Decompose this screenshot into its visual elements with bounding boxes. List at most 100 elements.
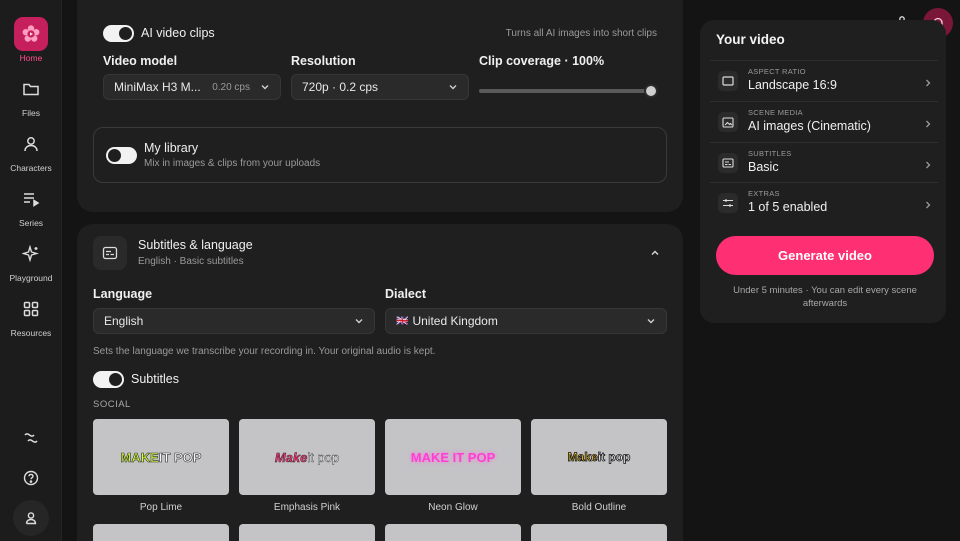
preset-emphasis-pink[interactable]: Make it pop <box>239 419 375 495</box>
sidebar-item-label: Resources <box>10 328 52 338</box>
row-scene-media[interactable]: SCENE MEDIA AI images (Cinematic) <box>710 101 938 141</box>
row-label: EXTRAS <box>748 189 780 198</box>
sidebar-item-label: Home <box>19 53 43 63</box>
video-model-cost: 0.20 cps <box>212 81 250 93</box>
ai-clips-hint: Turns all AI images into short clips <box>505 28 657 39</box>
chevron-right-icon <box>924 157 932 175</box>
integrations-icon[interactable] <box>13 420 49 456</box>
clip-coverage-handle[interactable] <box>644 84 658 98</box>
preset-name: Neon Glow <box>428 502 478 513</box>
sidebar-item-label: Files <box>22 108 40 118</box>
account-icon[interactable] <box>13 500 49 536</box>
preset-sample: MAKE IT POP <box>410 449 496 465</box>
preset-sample: it pop <box>597 450 631 465</box>
preset-name: Bold Outline <box>571 502 627 513</box>
sidebar-item-characters[interactable]: Characters <box>0 127 62 177</box>
subtitles-label: Subtitles <box>131 372 179 386</box>
preset-tile[interactable] <box>93 524 229 541</box>
subtitles-icon <box>93 236 127 270</box>
sidebar-item-resources[interactable]: Resources <box>0 292 62 342</box>
person-icon <box>14 127 48 161</box>
panel-title: Your video <box>716 32 785 47</box>
sparkle-icon <box>14 237 48 271</box>
my-library-box[interactable] <box>93 127 667 183</box>
generate-video-button[interactable]: Generate video <box>716 236 934 275</box>
sidebar-item-series[interactable]: Series <box>0 182 62 232</box>
preset-sample: Make <box>274 449 308 465</box>
uk-flag-icon: 🇬🇧 <box>396 315 409 327</box>
subtitles-toggle[interactable] <box>93 371 124 388</box>
preset-name: Pop Lime <box>139 502 183 513</box>
row-extras[interactable]: EXTRAS 1 of 5 enabled <box>710 182 938 222</box>
folder-icon <box>14 72 48 106</box>
sliders-icon <box>718 193 738 213</box>
row-label: SUBTITLES <box>748 149 792 158</box>
resolution-label: Resolution <box>291 54 356 68</box>
library-title: My library <box>144 141 199 155</box>
help-icon[interactable] <box>13 460 49 496</box>
row-subtitles[interactable]: SUBTITLES Basic <box>710 142 938 182</box>
preset-tile[interactable] <box>239 524 375 541</box>
language-select[interactable]: English <box>93 308 375 334</box>
video-model-label: Video model <box>103 54 178 68</box>
sidebar-item-home[interactable]: Home <box>0 17 62 67</box>
row-label: ASPECT RATIO <box>748 67 806 76</box>
chevron-down-icon <box>260 82 270 92</box>
language-value: English <box>104 314 144 328</box>
row-aspect-ratio[interactable]: ASPECT RATIO Landscape 16:9 <box>710 60 938 100</box>
chevron-right-icon <box>924 75 932 93</box>
chevron-right-icon <box>924 197 932 215</box>
language-hint: Sets the language we transcribe your rec… <box>93 346 436 357</box>
flower-icon <box>14 17 48 51</box>
sidebar-item-label: Playground <box>9 273 53 283</box>
collapse-chevron-icon[interactable] <box>646 244 664 262</box>
sidebar-item-label: Characters <box>10 163 52 173</box>
ai-clips-label: AI video clips <box>141 26 215 40</box>
language-label: Language <box>93 287 153 301</box>
group-label: SOCIAL <box>93 399 131 410</box>
dialect-value: United Kingdom <box>412 314 498 328</box>
sidebar-item-label: Series <box>18 218 44 228</box>
chevron-down-icon <box>646 316 656 326</box>
dialect-select[interactable]: 🇬🇧 United Kingdom <box>385 308 667 334</box>
section-title: Subtitles & language <box>138 238 253 252</box>
sidebar-item-playground[interactable]: Playground <box>0 237 62 287</box>
aspect-ratio-icon <box>718 71 738 91</box>
row-value: Landscape 16:9 <box>748 78 837 92</box>
chevron-down-icon <box>354 316 364 326</box>
sidebar-item-files[interactable]: Files <box>0 72 62 122</box>
sidebar: Home Files Characters Series Playground … <box>0 0 62 541</box>
preset-tile[interactable] <box>531 524 667 541</box>
video-model-select[interactable]: MiniMax H3 M... 0.20 cps <box>103 74 281 100</box>
library-subtitle: Mix in images & clips from your uploads <box>144 158 321 169</box>
ai-clips-toggle[interactable] <box>103 25 134 42</box>
preset-sample: MAKE <box>120 449 159 465</box>
preset-sample: Make <box>567 450 598 465</box>
preset-sample: it pop <box>307 449 340 465</box>
row-label: SCENE MEDIA <box>748 108 803 117</box>
section-summary: English · Basic subtitles <box>138 256 244 267</box>
preset-bold-outline[interactable]: Make it pop <box>531 419 667 495</box>
preset-tile[interactable] <box>385 524 521 541</box>
video-model-value: MiniMax H3 M... <box>114 80 201 94</box>
playlist-icon <box>14 182 48 216</box>
chevron-down-icon <box>448 82 458 92</box>
library-toggle[interactable] <box>106 147 137 164</box>
chevron-right-icon <box>924 116 932 134</box>
clip-coverage-slider[interactable] <box>479 89 657 93</box>
row-value: Basic <box>748 160 779 174</box>
dialect-label: Dialect <box>385 287 426 301</box>
subtitles-icon <box>718 153 738 173</box>
images-icon <box>718 112 738 132</box>
clip-coverage-label: Clip coverage · 100% <box>479 54 605 68</box>
row-value: 1 of 5 enabled <box>748 200 828 214</box>
preset-neon-glow[interactable]: MAKE IT POP <box>385 419 521 495</box>
preset-pop-lime[interactable]: MAKE IT POP <box>93 419 229 495</box>
resolution-select[interactable]: 720p · 0.2 cps <box>291 74 469 100</box>
preset-name: Emphasis Pink <box>273 502 341 513</box>
preset-sample: IT POP <box>158 449 202 465</box>
generate-note: Under 5 minutes · You can edit every sce… <box>733 285 917 309</box>
resolution-value: 720p · 0.2 cps <box>302 80 379 94</box>
row-value: AI images (Cinematic) <box>748 119 871 133</box>
grid-icon <box>14 292 48 326</box>
